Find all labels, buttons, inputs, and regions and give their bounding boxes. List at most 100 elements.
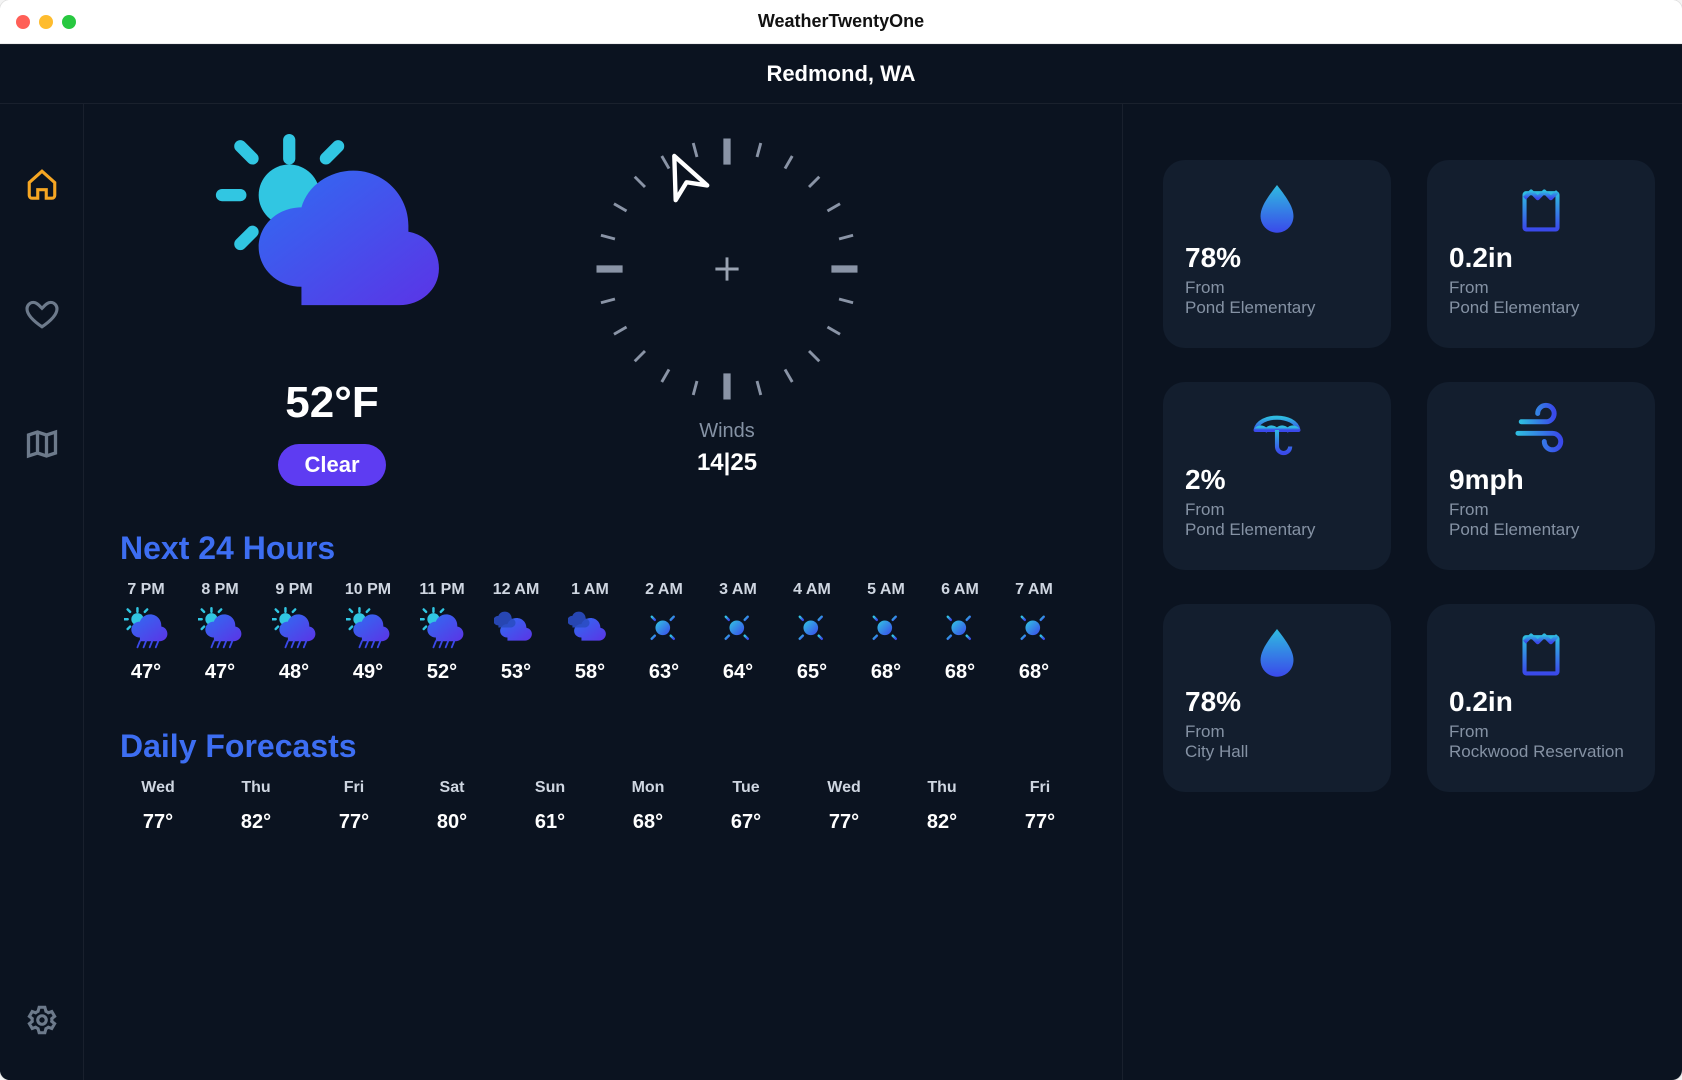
hourly-temp: 63°: [649, 661, 679, 684]
stat-card[interactable]: 2% From Pond Elementary: [1163, 382, 1391, 570]
wind-compass: Winds 14|25: [582, 134, 872, 477]
hourly-item[interactable]: 5 AM 68°: [860, 581, 912, 684]
hourly-time: 4 AM: [793, 581, 831, 599]
hourly-temp: 68°: [1019, 661, 1049, 684]
window-title: WeatherTwentyOne: [0, 11, 1682, 32]
stat-value: 78%: [1185, 242, 1369, 274]
stat-from-label: From: [1449, 278, 1633, 298]
weather-icon-partly-cloudy: [202, 134, 462, 354]
sunny-icon: [1086, 607, 1092, 651]
sidebar-item-settings[interactable]: [22, 1000, 62, 1040]
hourly-item[interactable]: 7 AM 68°: [1008, 581, 1060, 684]
stat-from-label: From: [1449, 500, 1633, 520]
stat-card[interactable]: 0.2in From Pond Elementary: [1427, 160, 1655, 348]
daily-item[interactable]: Tue 67°: [708, 779, 784, 834]
hourly-item[interactable]: 8 PM 47°: [194, 581, 246, 684]
hourly-temp: 68°: [871, 661, 901, 684]
compass-icon: [582, 124, 872, 414]
daily-day: Fri: [344, 779, 364, 797]
daily-item[interactable]: Thu 82°: [904, 779, 980, 834]
sidebar-item-home[interactable]: [22, 164, 62, 204]
daily-item[interactable]: Sun 61°: [512, 779, 588, 834]
daily-day: Thu: [241, 779, 270, 797]
hourly-forecast[interactable]: 7 PM 47° 8 PM 47° 9 PM 48° 10 PM 49° 11 …: [120, 581, 1092, 684]
section-daily-title: Daily Forecasts: [120, 728, 1092, 765]
hourly-item[interactable]: 6 AM 68°: [934, 581, 986, 684]
hourly-item[interactable]: 1 AM 58°: [564, 581, 616, 684]
hourly-item[interactable]: 8 A 65: [1082, 581, 1092, 684]
daily-hi: 82°: [927, 811, 957, 834]
hourly-item[interactable]: 7 PM 47°: [120, 581, 172, 684]
section-hourly-title: Next 24 Hours: [120, 530, 1092, 567]
daily-forecast[interactable]: Wed 77° Thu 82° Fri 77° Sat 80° Sun 61° …: [120, 779, 1092, 834]
stat-card[interactable]: 0.2in From Rockwood Reservation: [1427, 604, 1655, 792]
showers-icon: [420, 607, 464, 651]
hourly-time: 2 AM: [645, 581, 683, 599]
daily-hi: 77°: [1025, 811, 1055, 834]
daily-day: Wed: [141, 779, 174, 797]
stat-card[interactable]: 78% From Pond Elementary: [1163, 160, 1391, 348]
humidity-icon: [1249, 180, 1305, 236]
showers-icon: [346, 607, 390, 651]
daily-day: Tue: [732, 779, 759, 797]
location-bar: Redmond, WA: [0, 44, 1682, 104]
hourly-item[interactable]: 10 PM 49°: [342, 581, 394, 684]
daily-hi: 77°: [339, 811, 369, 834]
widget-row: 78% From Pond Elementary 0.2in From Pond…: [1163, 160, 1662, 348]
stat-source: Rockwood Reservation: [1449, 742, 1633, 762]
main-panel: 52°F Clear: [84, 104, 1122, 1080]
sidebar-item-map[interactable]: [22, 424, 62, 464]
umbrella-icon: [1249, 402, 1305, 458]
daily-hi: 67°: [731, 811, 761, 834]
showers-icon: [272, 607, 316, 651]
home-icon: [25, 167, 59, 201]
daily-item[interactable]: Fri 77°: [316, 779, 392, 834]
hourly-time: 9 PM: [275, 581, 312, 599]
heart-icon: [25, 297, 59, 331]
hourly-item[interactable]: 9 PM 48°: [268, 581, 320, 684]
stat-card[interactable]: 9mph From Pond Elementary: [1427, 382, 1655, 570]
sidebar-item-favorites[interactable]: [22, 294, 62, 334]
winds-label: Winds: [699, 420, 755, 443]
daily-item[interactable]: Fri 77°: [1002, 779, 1078, 834]
widget-row: 2% From Pond Elementary 9mph From Pond E…: [1163, 382, 1662, 570]
condition-button[interactable]: Clear: [278, 444, 385, 486]
hourly-temp: 53°: [501, 661, 531, 684]
titlebar[interactable]: WeatherTwentyOne: [0, 0, 1682, 44]
daily-item[interactable]: Sat 80°: [414, 779, 490, 834]
stat-value: 9mph: [1449, 464, 1633, 496]
hourly-temp: 64°: [723, 661, 753, 684]
hourly-item[interactable]: 3 AM 64°: [712, 581, 764, 684]
location-label: Redmond, WA: [766, 61, 915, 87]
hourly-item[interactable]: 11 PM 52°: [416, 581, 468, 684]
stat-from-label: From: [1185, 500, 1369, 520]
hourly-temp: 49°: [353, 661, 383, 684]
winds-value: 14|25: [697, 449, 757, 477]
sunny-icon: [938, 607, 982, 651]
stat-source: Pond Elementary: [1185, 520, 1369, 540]
hourly-temp: 65°: [797, 661, 827, 684]
sunny-icon: [864, 607, 908, 651]
hourly-time: 6 AM: [941, 581, 979, 599]
precip-icon: [1513, 180, 1569, 236]
stat-source: Pond Elementary: [1449, 520, 1633, 540]
hourly-time: 7 AM: [1015, 581, 1053, 599]
hourly-time: 10 PM: [345, 581, 391, 599]
stat-from-label: From: [1185, 278, 1369, 298]
daily-item[interactable]: Mon 68°: [610, 779, 686, 834]
hourly-item[interactable]: 12 AM 53°: [490, 581, 542, 684]
hourly-item[interactable]: 2 AM 63°: [638, 581, 690, 684]
daily-item[interactable]: Wed 77°: [120, 779, 196, 834]
stat-card[interactable]: 78% From City Hall: [1163, 604, 1391, 792]
cloudy-icon: [568, 607, 612, 651]
daily-item[interactable]: Thu 82°: [218, 779, 294, 834]
hourly-time: 8 PM: [201, 581, 238, 599]
daily-item[interactable]: Wed 77°: [806, 779, 882, 834]
daily-day: Fri: [1030, 779, 1050, 797]
stat-value: 78%: [1185, 686, 1369, 718]
cloudy-icon: [494, 607, 538, 651]
hourly-time: 11 PM: [419, 581, 464, 599]
stat-value: 0.2in: [1449, 242, 1633, 274]
hourly-item[interactable]: 4 AM 65°: [786, 581, 838, 684]
hourly-temp: 48°: [279, 661, 309, 684]
